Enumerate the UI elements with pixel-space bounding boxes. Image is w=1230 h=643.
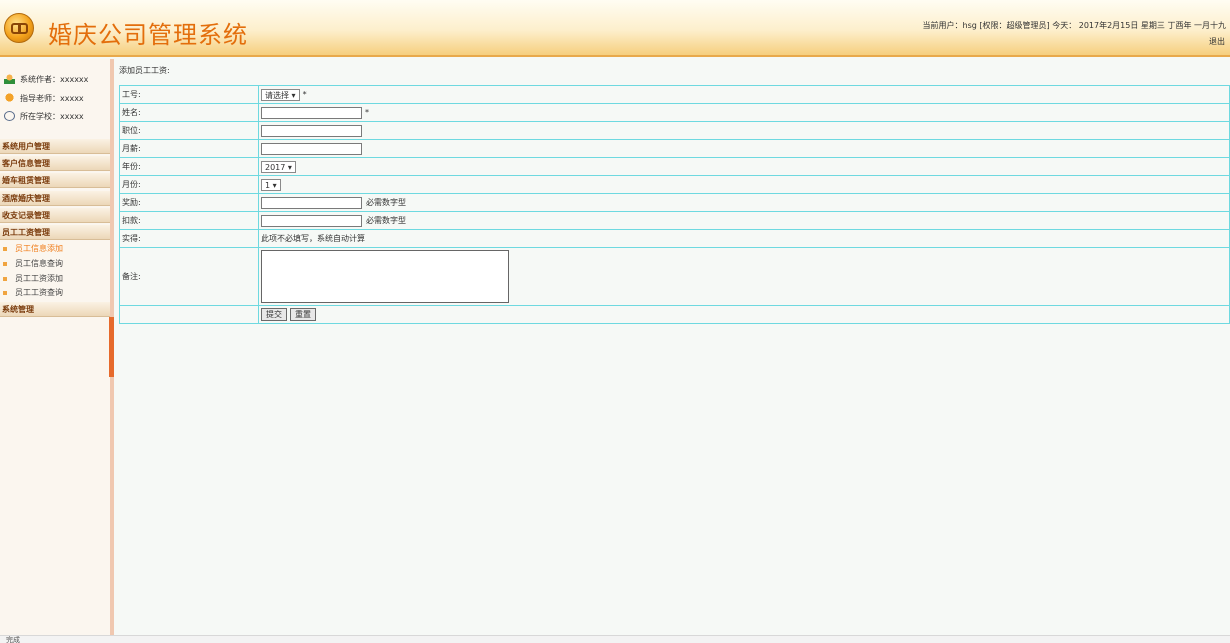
year-select[interactable]: 2017 ▾ — [261, 160, 296, 173]
label-salary: 月薪: — [119, 139, 259, 158]
label-deduction: 扣款: — [119, 211, 259, 230]
row-position: 职位: — [119, 121, 1230, 140]
logo-icon — [4, 13, 34, 43]
menu-system-users[interactable]: 系统用户管理 — [0, 139, 110, 154]
bullet-icon — [3, 246, 7, 251]
menu-banquets[interactable]: 酒席婚庆管理 — [0, 191, 110, 206]
info-author: 系统作者：xxxxxx — [4, 72, 88, 86]
info-school: 所在学校：xxxxx — [4, 109, 84, 123]
salary-form: 工号: 请选择 ▾ * 姓名: * 职位: 月薪: 年份: 2017 ▾ 月份: … — [119, 85, 1230, 324]
deduction-hint: 必需数字型 — [366, 216, 406, 225]
row-bonus: 奖励: 必需数字型 — [119, 193, 1230, 212]
bullet-icon — [3, 276, 7, 281]
header: 婚庆公司管理系统 当前用户：hsg [权限：超级管理员] 今天： 2017年2月… — [0, 0, 1230, 57]
menu-customers[interactable]: 客户信息管理 — [0, 156, 110, 171]
label-month: 月份: — [119, 175, 259, 194]
browser-statusbar: 完成 — [0, 635, 1230, 643]
page-title: 添加员工工资: — [119, 66, 170, 75]
people-icon — [4, 74, 15, 84]
salary-input[interactable] — [261, 142, 362, 155]
label-position: 职位: — [119, 121, 259, 140]
label-bonus: 奖励: — [119, 193, 259, 212]
row-actual: 实得: 此项不必填写，系统自动计算 — [119, 229, 1230, 248]
submit-button[interactable]: 提交 — [261, 308, 287, 321]
menu-employee-salary[interactable]: 员工工资管理 — [0, 225, 110, 240]
name-input[interactable] — [261, 106, 362, 119]
teacher-icon — [4, 93, 15, 103]
row-buttons: 提交 重置 — [119, 305, 1230, 324]
submenu-employee-add[interactable]: 员工信息添加 — [0, 242, 63, 255]
info-teacher: 指导老师：xxxxx — [4, 91, 84, 105]
school-icon — [4, 111, 15, 121]
user-info: 当前用户：hsg [权限：超级管理员] 今天： 2017年2月15日 星期三 丁… — [922, 21, 1226, 30]
label-actual: 实得: — [119, 229, 259, 248]
row-emp-no: 工号: 请选择 ▾ * — [119, 85, 1230, 104]
label-emp-no: 工号: — [119, 85, 259, 104]
bonus-hint: 必需数字型 — [366, 198, 406, 207]
remark-textarea[interactable] — [261, 250, 509, 303]
menu-wedding-cars[interactable]: 婚车租赁管理 — [0, 173, 110, 188]
row-salary: 月薪: — [119, 139, 1230, 158]
label-year: 年份: — [119, 157, 259, 176]
row-year: 年份: 2017 ▾ — [119, 157, 1230, 176]
required-mark: * — [302, 90, 307, 99]
row-remark: 备注: — [119, 247, 1230, 306]
row-name: 姓名: * — [119, 103, 1230, 122]
required-mark: * — [365, 108, 369, 117]
sidebar: 系统作者：xxxxxx 指导老师：xxxxx 所在学校：xxxxx 系统用户管理… — [0, 59, 110, 635]
menu-income-expense[interactable]: 收支记录管理 — [0, 208, 110, 223]
row-deduction: 扣款: 必需数字型 — [119, 211, 1230, 230]
app-title: 婚庆公司管理系统 — [48, 21, 248, 49]
row-month: 月份: 1 ▾ — [119, 175, 1230, 194]
actual-note: 此项不必填写，系统自动计算 — [258, 229, 1230, 248]
label-remark: 备注: — [119, 247, 259, 306]
logout-link[interactable]: 退出 — [1209, 36, 1225, 47]
bullet-icon — [3, 290, 7, 295]
submenu-employee-query[interactable]: 员工信息查询 — [0, 257, 63, 270]
menu-system-manage[interactable]: 系统管理 — [0, 302, 110, 317]
status-text: 完成 — [6, 636, 20, 643]
submenu-salary-add[interactable]: 员工工资添加 — [0, 272, 63, 285]
bullet-icon — [3, 261, 7, 266]
month-select[interactable]: 1 ▾ — [261, 178, 281, 191]
sidebar-collapse-handle[interactable] — [109, 317, 114, 377]
position-input[interactable] — [261, 124, 362, 137]
submenu-salary-query[interactable]: 员工工资查询 — [0, 286, 63, 299]
label-name: 姓名: — [119, 103, 259, 122]
reset-button[interactable]: 重置 — [290, 308, 316, 321]
emp-no-select[interactable]: 请选择 ▾ — [261, 88, 300, 101]
bonus-input[interactable] — [261, 196, 362, 209]
deduction-input[interactable] — [261, 214, 362, 227]
